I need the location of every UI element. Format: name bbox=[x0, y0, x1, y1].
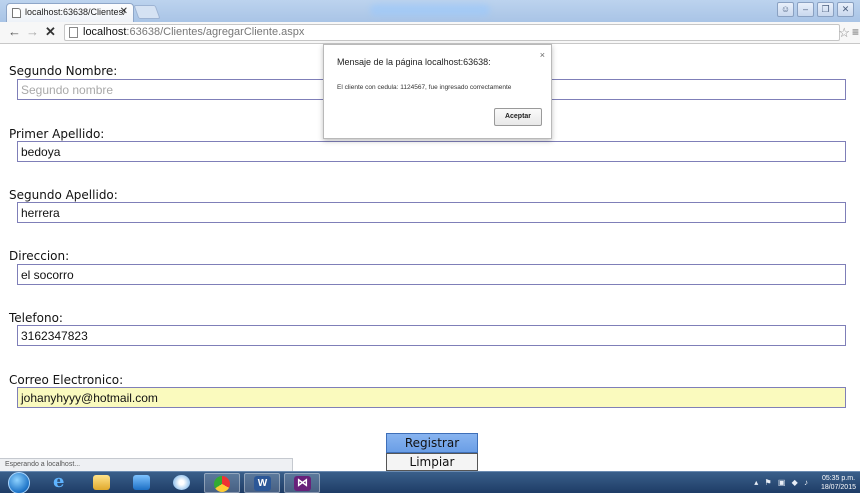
correo-electronico-input[interactable]: johanyhyyy@hotmail.com bbox=[17, 387, 846, 408]
window-controls: ☺ ‒ ❐ ✕ bbox=[777, 2, 854, 17]
minimize-icon[interactable]: ‒ bbox=[797, 2, 814, 17]
direccion-input[interactable]: el socorro bbox=[17, 264, 846, 285]
tab-title: localhost:63638/Clientes/ bbox=[25, 7, 126, 17]
bookmark-star-icon[interactable]: ☆ bbox=[838, 25, 850, 41]
dialog-message: El cliente con cedula: 1124567, fue ingr… bbox=[337, 84, 512, 91]
ie-icon[interactable]: e bbox=[44, 471, 80, 493]
dialog-title: Mensaje de la página localhost:63638: bbox=[337, 57, 491, 67]
limpiar-button[interactable]: Limpiar bbox=[386, 453, 478, 471]
vs-glyph: ⋈ bbox=[294, 476, 311, 491]
stop-loading-icon[interactable]: ✕ bbox=[45, 25, 56, 39]
browser-toolbar: ← → ✕ localhost:63638/Clientes/agregarCl… bbox=[0, 22, 860, 44]
segundo-apellido-input[interactable]: herrera bbox=[17, 202, 846, 223]
address-path: :63638/Clientes/agregarCliente.aspx bbox=[126, 26, 305, 38]
system-tray[interactable]: ▴ ⚑ ▣ ◆ ♪ bbox=[754, 478, 810, 487]
aceptar-button[interactable]: Aceptar bbox=[494, 108, 542, 126]
explorer-icon[interactable] bbox=[84, 473, 120, 493]
ie-glyph: e bbox=[53, 471, 65, 492]
dialog-close-icon[interactable]: × bbox=[540, 50, 545, 60]
close-window-icon[interactable]: ✕ bbox=[837, 2, 854, 17]
label-primer-apellido: Primer Apellido: bbox=[9, 127, 105, 141]
clock-date: 18/07/2015 bbox=[820, 484, 856, 491]
chrome-glyph bbox=[214, 476, 230, 492]
start-button[interactable] bbox=[8, 472, 30, 493]
browser-status-bar: Esperando a localhost... bbox=[0, 458, 293, 471]
new-tab-button[interactable] bbox=[133, 5, 161, 19]
registrar-button[interactable]: Registrar bbox=[386, 433, 478, 453]
address-bar[interactable]: localhost:63638/Clientes/agregarCliente.… bbox=[64, 24, 840, 41]
label-telefono: Telefono: bbox=[9, 311, 63, 325]
back-arrow-icon[interactable]: ← bbox=[8, 25, 21, 39]
word-icon[interactable]: W bbox=[244, 473, 280, 493]
paint-glyph bbox=[173, 475, 190, 490]
visual-studio-icon[interactable]: ⋈ bbox=[284, 473, 320, 493]
folder-glyph bbox=[93, 475, 110, 490]
primer-apellido-input[interactable]: bedoya bbox=[17, 141, 846, 162]
media-player-icon[interactable] bbox=[124, 473, 160, 493]
word-glyph: W bbox=[254, 476, 271, 491]
browser-tab[interactable]: localhost:63638/Clientes/ ✕ bbox=[6, 3, 134, 22]
address-host: localhost bbox=[83, 26, 127, 38]
forward-arrow-icon[interactable]: → bbox=[26, 25, 39, 39]
label-direccion: Direccion: bbox=[9, 249, 70, 263]
media-glyph bbox=[133, 475, 150, 490]
clock[interactable]: 05:35 p.m. 18/07/2015 bbox=[821, 474, 856, 492]
chrome-icon[interactable] bbox=[204, 473, 240, 493]
clock-time: 05:35 p.m. bbox=[821, 475, 856, 482]
menu-icon[interactable]: ≡ bbox=[852, 25, 859, 39]
tab-close-icon[interactable]: ✕ bbox=[120, 6, 128, 17]
user-icon[interactable]: ☺ bbox=[777, 2, 794, 17]
browser-tabstrip: localhost:63638/Clientes/ ✕ ☺ ‒ ❐ ✕ bbox=[0, 0, 860, 22]
page-favicon-icon bbox=[12, 8, 21, 18]
label-segundo-nombre: Segundo Nombre: bbox=[9, 64, 118, 78]
telefono-input[interactable]: 3162347823 bbox=[17, 325, 846, 346]
windows-taskbar: e W ⋈ ▴ ⚑ ▣ ◆ ♪ 05:35 p.m. 18/07/2015 bbox=[0, 471, 860, 493]
maximize-icon[interactable]: ❐ bbox=[817, 2, 834, 17]
label-correo-electronico: Correo Electronico: bbox=[9, 373, 124, 387]
page-icon bbox=[69, 27, 78, 38]
paint-icon[interactable] bbox=[164, 473, 200, 493]
title-glow bbox=[370, 4, 490, 16]
alert-dialog: Mensaje de la página localhost:63638: × … bbox=[323, 44, 552, 139]
label-segundo-apellido: Segundo Apellido: bbox=[9, 188, 118, 202]
